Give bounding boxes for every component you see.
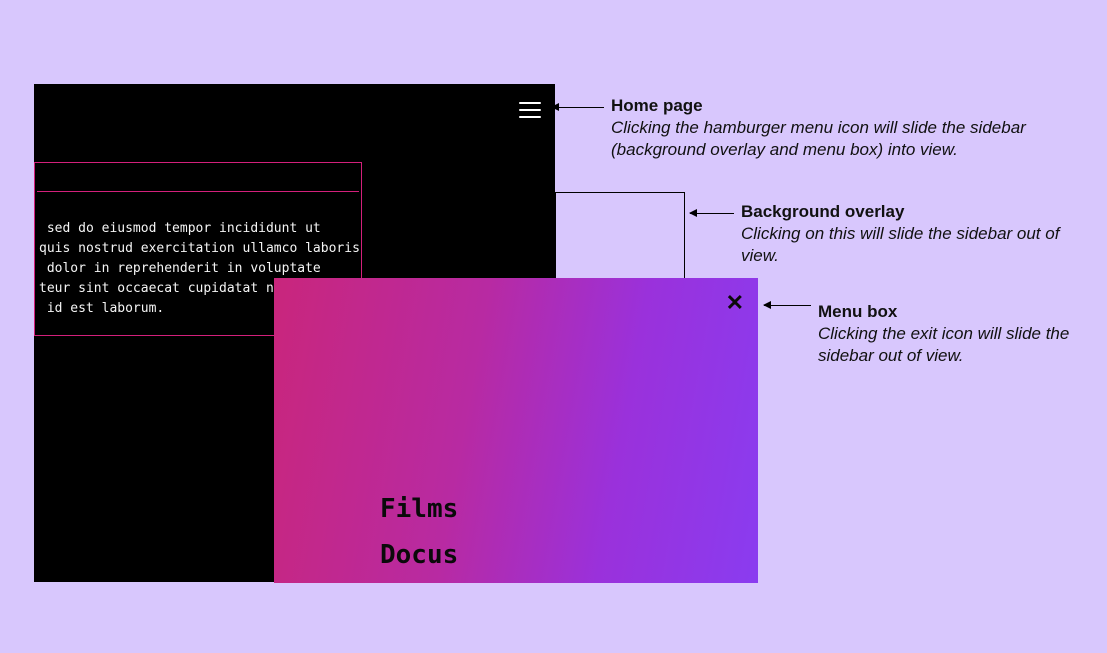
arrow-to-overlay [690,213,734,214]
menu-item-docus[interactable]: Docus [380,532,458,578]
annotation-menu: Menu box Clicking the exit icon will sli… [818,301,1088,367]
annotation-overlay-title: Background overlay [741,201,1081,223]
annotation-home: Home page Clicking the hamburger menu ic… [611,95,1071,161]
menu-box: ✕ Films Docus [274,278,758,583]
menu-list: Films Docus [380,486,458,578]
content-divider [37,191,359,192]
annotation-menu-title: Menu box [818,301,1088,323]
arrow-to-home [552,107,604,108]
menu-item-films[interactable]: Films [380,486,458,532]
annotation-overlay: Background overlay Clicking on this will… [741,201,1081,267]
close-icon[interactable]: ✕ [726,292,744,314]
arrow-to-menu [764,305,811,306]
hamburger-menu-icon[interactable] [519,102,541,118]
annotation-overlay-desc: Clicking on this will slide the sidebar … [741,223,1081,267]
annotation-home-desc: Clicking the hamburger menu icon will sl… [611,117,1071,161]
annotation-home-title: Home page [611,95,1071,117]
annotation-menu-desc: Clicking the exit icon will slide the si… [818,323,1088,367]
